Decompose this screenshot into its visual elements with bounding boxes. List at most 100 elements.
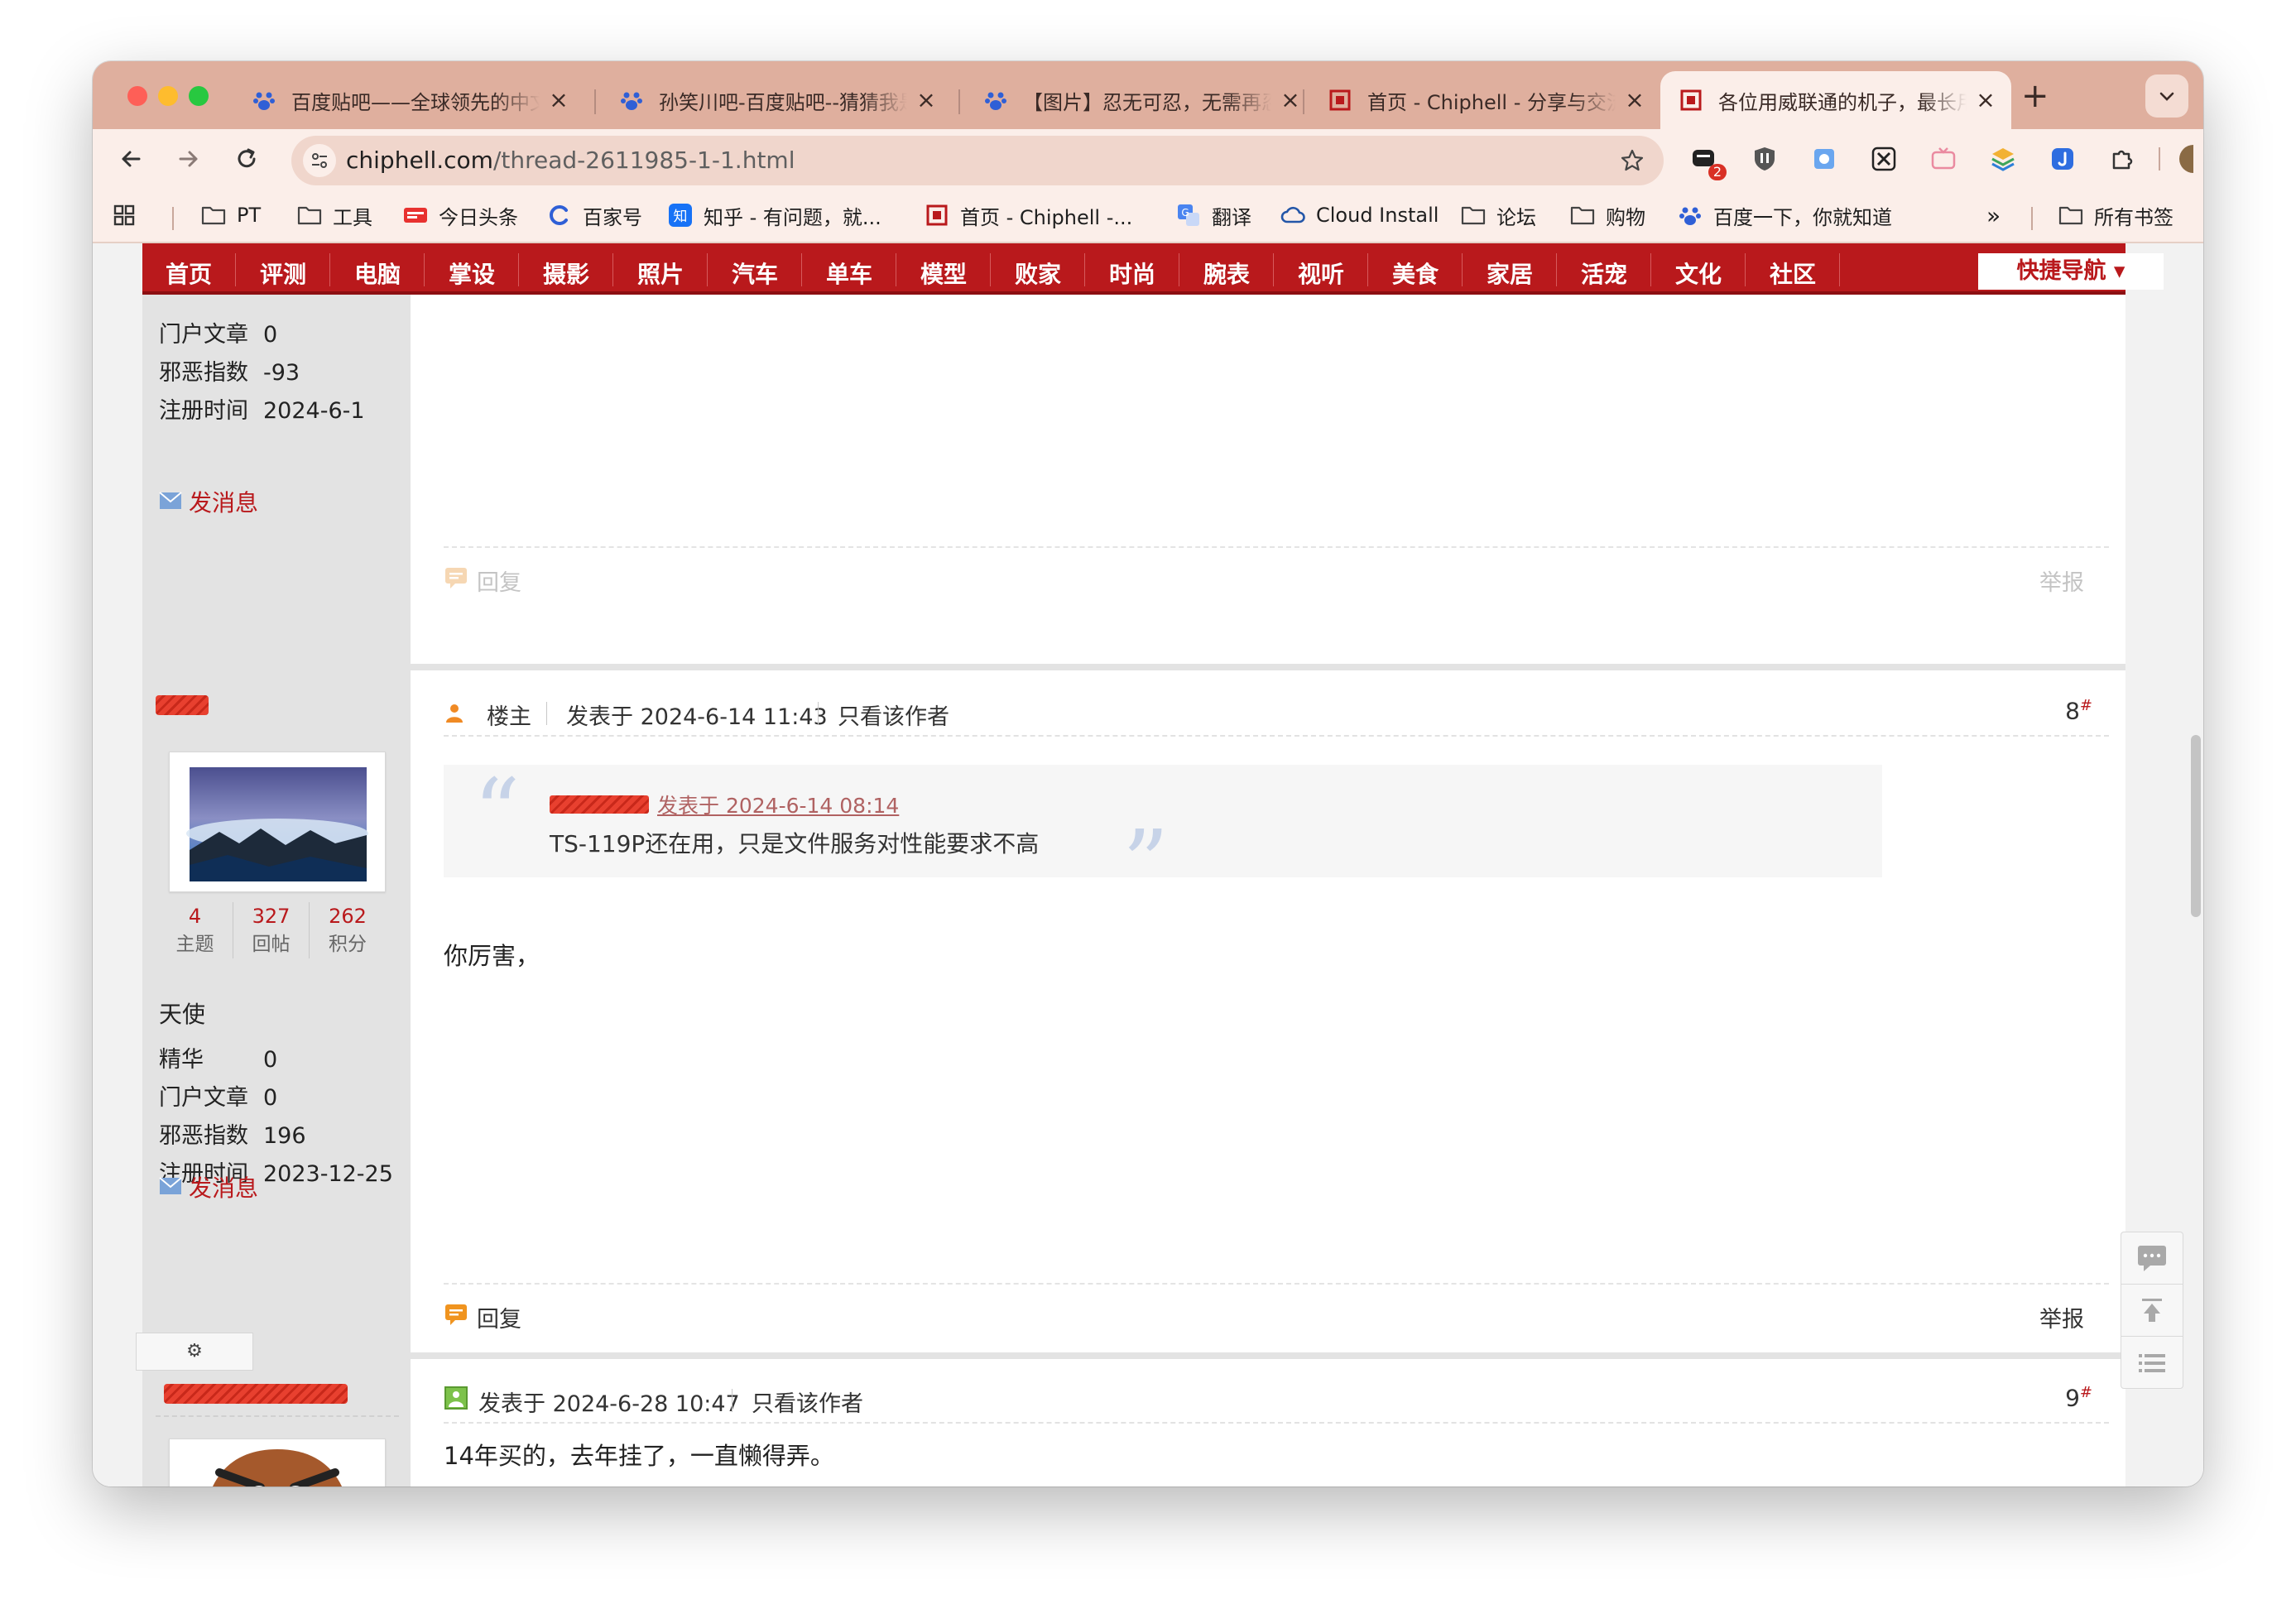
bookmark-translate[interactable]: G 翻译 — [1175, 199, 1251, 232]
extension-tv-icon[interactable] — [1927, 142, 1960, 175]
nav-item[interactable]: 腕表 — [1203, 257, 1250, 290]
page-viewport: 门户文章 0 邪恶指数 -93 注册时间 2024-6-1 发消息 回复 举报 — [93, 243, 2203, 1487]
bookmark-forum[interactable]: 论坛 — [1460, 199, 1536, 232]
bookmark-pt[interactable]: PT — [200, 199, 261, 232]
bookmark-baijiahao[interactable]: 百家号 — [546, 199, 642, 232]
back-to-list-button[interactable] — [2121, 1337, 2183, 1389]
extension-j-icon[interactable] — [2046, 142, 2079, 175]
username-redacted[interactable] — [164, 1384, 348, 1404]
post-header: 发表于 2024-6-28 10:47 只看该作者 9# — [444, 1372, 2109, 1424]
nav-item[interactable]: 评测 — [260, 257, 306, 290]
reload-button[interactable] — [228, 141, 265, 177]
count-threads[interactable]: 4 主题 — [157, 902, 233, 958]
tab-current-thread[interactable]: 各位用威联通的机子，最长用了多久 × — [1660, 71, 2011, 129]
tab-baidu-tieba[interactable]: 百度贴吧——全球领先的中文社区 × — [233, 71, 584, 129]
nav-item[interactable]: 败家 — [1015, 257, 1061, 290]
nav-item[interactable]: 照片 — [637, 257, 684, 290]
nav-item[interactable]: 文化 — [1675, 257, 1722, 290]
nav-item[interactable]: 活宠 — [1581, 257, 1627, 290]
address-bar[interactable]: chiphell.com/thread-2611985-1-1.html — [291, 136, 1664, 185]
quote-author-link[interactable]: 发表于 2024-6-14 08:14 — [550, 790, 899, 819]
tab-close-icon[interactable]: × — [1278, 88, 1303, 113]
send-message-link[interactable]: 发消息 — [159, 485, 258, 518]
nav-item[interactable]: 掌设 — [449, 257, 495, 290]
quick-reply-button[interactable] — [2121, 1232, 2183, 1285]
quick-nav-button[interactable]: 快捷导航 ▾ — [1978, 253, 2164, 290]
tab-image-post[interactable]: 【图片】忍无可忍，无需再忍 × — [965, 71, 1316, 129]
report-link[interactable]: 举报 — [2039, 564, 2084, 597]
user-rank: 天使 — [159, 1001, 206, 1028]
settings-button[interactable]: ⚙ — [136, 1333, 253, 1371]
nav-divider — [235, 253, 236, 286]
send-message-link[interactable]: 发消息 — [159, 1170, 258, 1203]
reply-button[interactable]: 回复 — [444, 564, 521, 597]
nav-item[interactable]: 时尚 — [1109, 257, 1155, 290]
back-button[interactable] — [113, 141, 149, 177]
more-bookmarks-button[interactable]: » — [1986, 199, 2001, 232]
nav-item[interactable]: 家居 — [1487, 257, 1533, 290]
username-redacted[interactable] — [156, 695, 209, 715]
only-author-link[interactable]: 只看该作者 — [838, 699, 949, 731]
tab-close-icon[interactable]: × — [546, 88, 571, 113]
bookmark-baidu[interactable]: 百度一下，你就知道 — [1677, 199, 1892, 232]
back-to-top-button[interactable] — [2121, 1285, 2183, 1337]
count-replies[interactable]: 327 回帖 — [233, 902, 310, 958]
bookmark-tools[interactable]: 工具 — [296, 199, 372, 232]
nav-item[interactable]: 汽车 — [732, 257, 778, 290]
tab-sunxiaochuan[interactable]: 孙笑川吧-百度贴吧--猜猜我是谁 × — [601, 71, 952, 129]
page-scrollbar[interactable] — [2187, 243, 2203, 1487]
floor-number[interactable]: 8# — [2065, 697, 2092, 724]
nav-item[interactable]: 电脑 — [354, 257, 401, 290]
extensions-puzzle-icon[interactable] — [2106, 142, 2139, 175]
extension-chat-icon[interactable]: 2 — [1687, 142, 1727, 180]
scrollbar-thumb[interactable] — [2191, 735, 2201, 917]
url-host: chiphell.com — [346, 146, 493, 174]
tab-strip: 百度贴吧——全球领先的中文社区 × 孙笑川吧-百度贴吧--猜猜我是谁 × 【图片… — [93, 61, 2203, 129]
reply-button[interactable]: 回复 — [444, 1301, 521, 1333]
nav-item[interactable]: 单车 — [826, 257, 872, 290]
avatar[interactable] — [169, 752, 386, 892]
forward-button[interactable] — [171, 141, 207, 177]
bookmark-star-icon[interactable] — [1616, 144, 1649, 177]
tab-close-icon[interactable]: × — [1622, 88, 1647, 113]
site-settings-icon[interactable] — [303, 144, 336, 177]
bookmark-cloud-install[interactable]: Cloud Install — [1280, 199, 1439, 232]
new-tab-button[interactable]: + — [2021, 79, 2049, 113]
minimize-window-button[interactable] — [158, 86, 178, 106]
bookmark-zhihu[interactable]: 知 知乎 - 有问题，就... — [667, 199, 881, 232]
floor-number[interactable]: 9# — [2065, 1384, 2092, 1411]
extension-scissors-icon[interactable] — [1867, 142, 1900, 175]
report-link[interactable]: 举报 — [2039, 1301, 2084, 1333]
apps-grid-button[interactable] — [111, 199, 147, 232]
post-divider — [142, 1352, 2125, 1359]
nav-item-home[interactable]: 首页 — [166, 257, 212, 290]
close-window-button[interactable] — [127, 86, 147, 106]
maximize-window-button[interactable] — [189, 86, 209, 106]
tab-chiphell-home[interactable]: 首页 - Chiphell - 分享与交流 × — [1309, 71, 1660, 129]
nav-divider — [1556, 253, 1557, 286]
extension-layers-icon[interactable] — [1986, 142, 2020, 175]
tab-close-icon[interactable]: × — [1973, 88, 1998, 113]
tab-close-icon[interactable]: × — [914, 88, 939, 113]
bookmark-label: 百度一下，你就知道 — [1713, 205, 1892, 229]
extension-shield-icon[interactable] — [1748, 142, 1781, 175]
only-author-link[interactable]: 只看该作者 — [752, 1386, 863, 1418]
avatar[interactable] — [169, 1438, 386, 1487]
all-bookmarks[interactable]: 所有书签 — [2058, 199, 2174, 232]
bookmark-chiphell[interactable]: 首页 - Chiphell -... — [924, 199, 1132, 232]
bookmark-shopping[interactable]: 购物 — [1569, 199, 1645, 232]
nav-item[interactable]: 美食 — [1392, 257, 1439, 290]
apps-grid-icon — [111, 202, 137, 228]
tab-title: 孙笑川吧-百度贴吧--猜猜我是谁 — [659, 90, 907, 114]
tab-search-button[interactable] — [2145, 74, 2188, 118]
nav-divider — [1084, 253, 1085, 286]
nav-item[interactable]: 摄影 — [543, 257, 589, 290]
nav-item[interactable]: 模型 — [920, 257, 967, 290]
extension-screenshot-icon[interactable] — [1808, 142, 1841, 175]
bookmark-toutiao[interactable]: 今日头条 — [402, 199, 518, 232]
nav-item[interactable]: 社区 — [1770, 257, 1816, 290]
profile-avatar[interactable] — [2177, 142, 2193, 175]
bookmarks-divider — [172, 207, 174, 230]
nav-item[interactable]: 视听 — [1298, 257, 1344, 290]
count-points[interactable]: 262 积分 — [310, 902, 386, 958]
